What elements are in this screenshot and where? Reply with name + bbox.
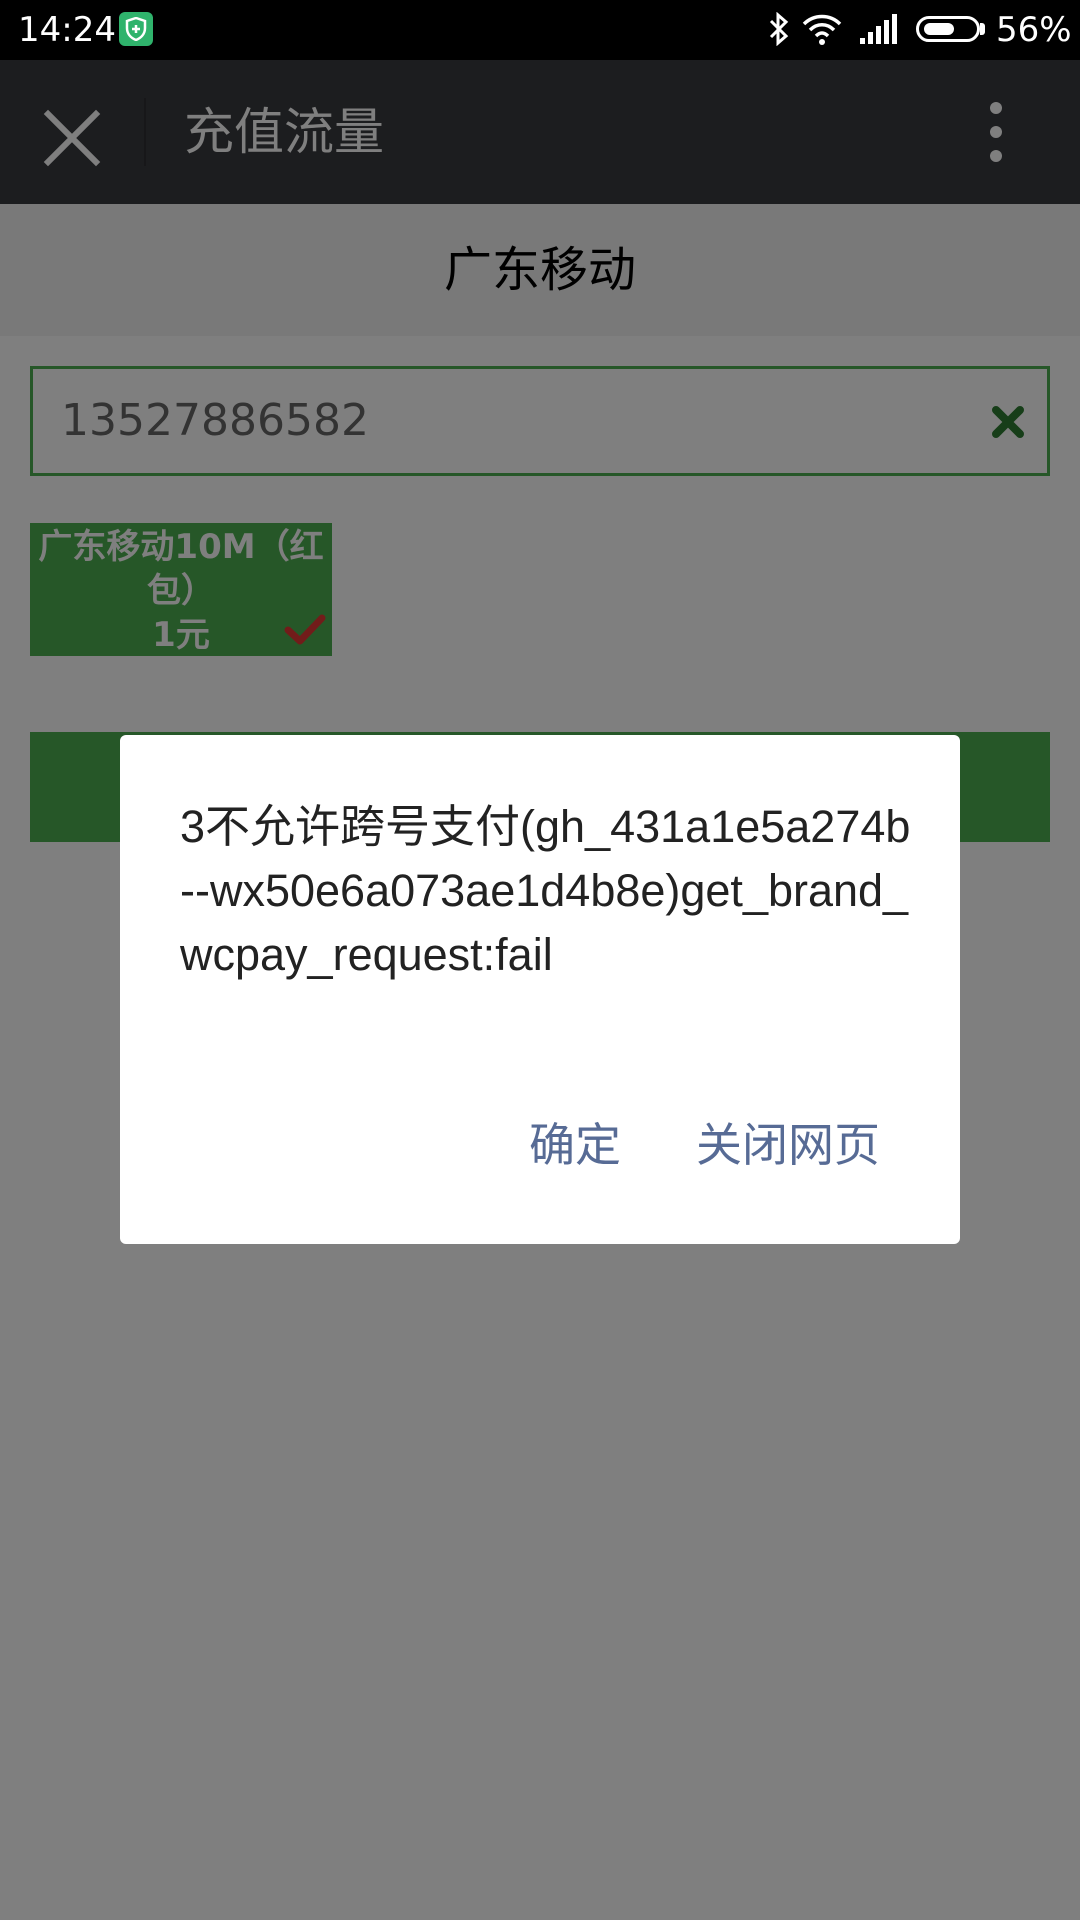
signal-icon [860,14,897,44]
ok-button[interactable]: 确定 [529,1115,621,1175]
wifi-icon [802,14,842,45]
dialog-message: 3不允许跨号支付(gh_431a1e5a274b--wx50e6a073ae1d… [180,801,911,980]
battery-icon [916,16,980,42]
battery-percent: 56% [996,10,1072,50]
shield-icon [119,12,153,46]
close-page-button[interactable]: 关闭网页 [696,1115,880,1175]
bluetooth-icon [769,12,789,46]
status-icons: 56% [750,0,1080,60]
error-dialog: 3不允许跨号支付(gh_431a1e5a274b--wx50e6a073ae1d… [120,735,960,1244]
status-time: 14:24 [18,10,116,50]
status-bar: 14:24 56% [0,0,1080,60]
